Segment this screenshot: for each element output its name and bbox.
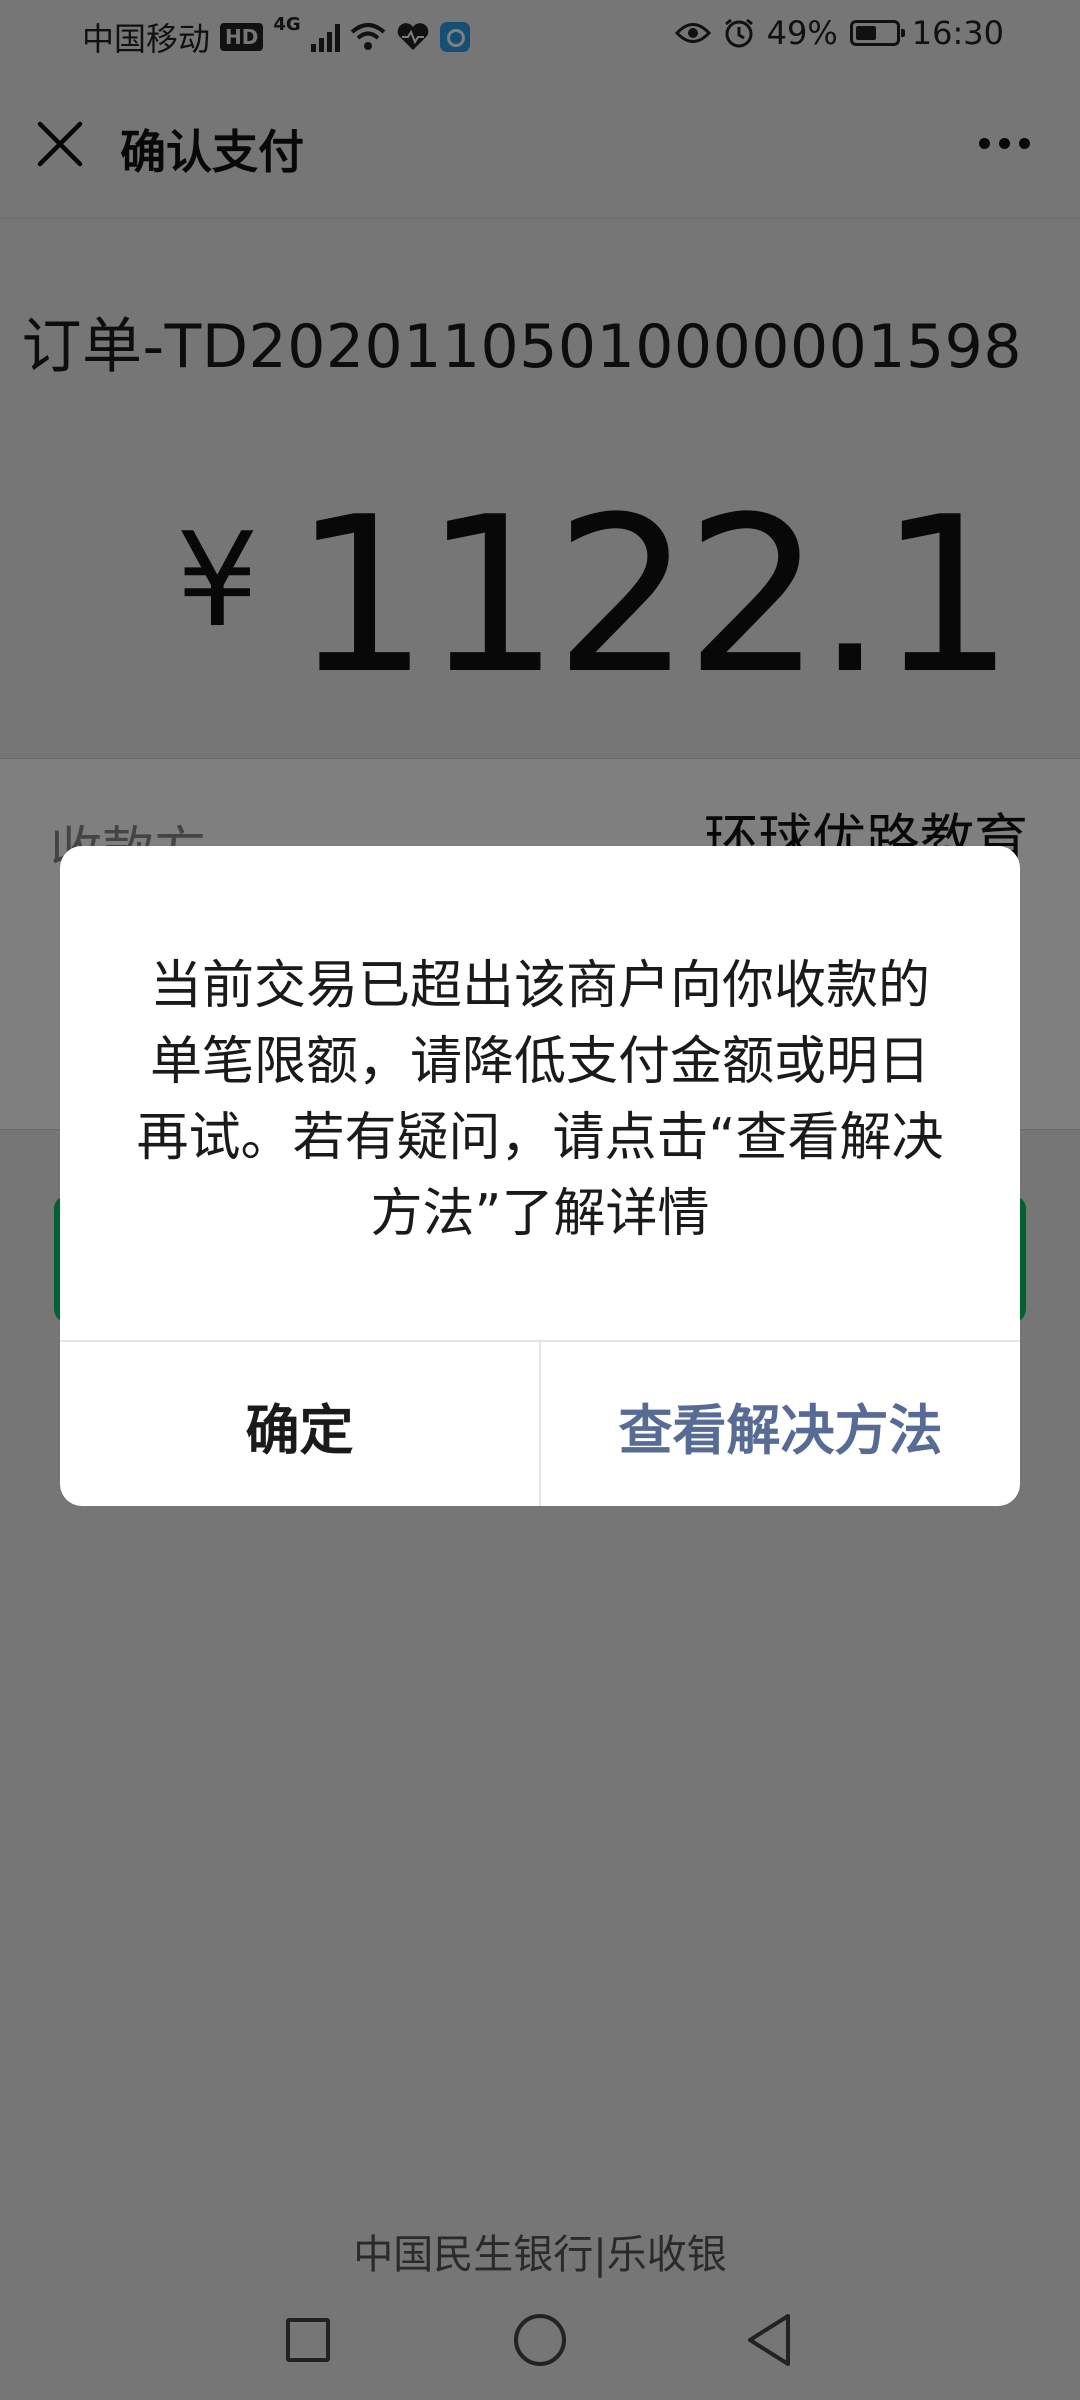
limit-exceeded-dialog: 当前交易已超出该商户向你收款的单笔限额，请降低支付金额或明日再试。若有疑问，请点… xyxy=(60,846,1020,1506)
dialog-message: 当前交易已超出该商户向你收款的单笔限额，请降低支付金额或明日再试。若有疑问，请点… xyxy=(136,956,944,1244)
dialog-actions: 确定 查看解决方法 xyxy=(60,1340,1020,1506)
view-solution-button[interactable]: 查看解决方法 xyxy=(541,1342,1020,1506)
confirm-button[interactable]: 确定 xyxy=(60,1342,541,1506)
